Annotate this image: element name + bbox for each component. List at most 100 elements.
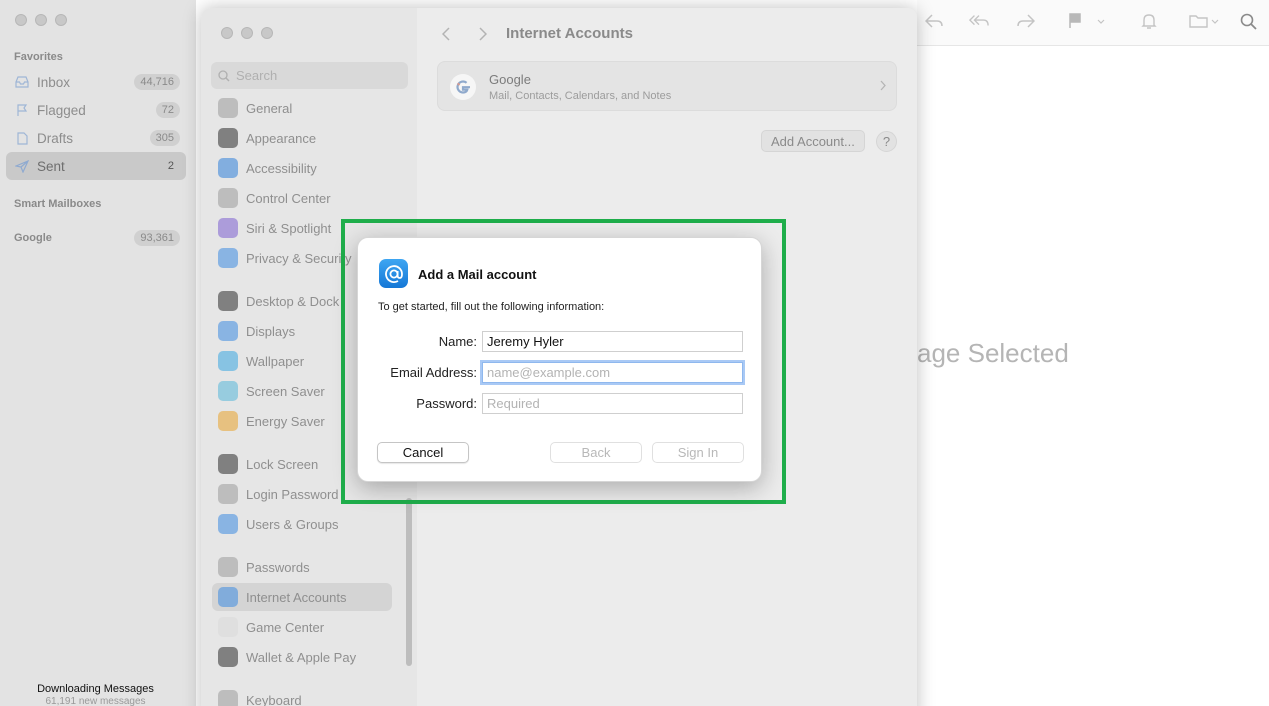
search-icon xyxy=(218,69,230,82)
name-field[interactable] xyxy=(482,331,743,352)
sidebar-item-general[interactable]: General xyxy=(212,94,392,122)
sidebar-item-label: Energy Saver xyxy=(246,413,325,429)
mailbox-label: Drafts xyxy=(37,130,74,146)
sign-in-button[interactable]: Sign In xyxy=(652,442,744,463)
sidebar-item-keyboard[interactable]: Keyboard xyxy=(212,686,392,706)
sidebar-item-label: Users & Groups xyxy=(246,516,339,532)
sidebar-item-label: Control Center xyxy=(246,190,331,206)
smart-mailboxes-section-title[interactable]: Smart Mailboxes xyxy=(14,198,101,210)
sidebar-item-label: Game Center xyxy=(246,619,325,635)
mail-window-controls xyxy=(15,14,67,26)
reply-icon[interactable] xyxy=(924,11,944,31)
settings-window-controls xyxy=(221,27,273,39)
key-icon xyxy=(218,484,238,504)
back-arrow-icon[interactable] xyxy=(439,24,453,44)
google-account-count: 93,361 xyxy=(134,230,180,246)
lightbulb-icon xyxy=(218,411,238,431)
pane-title: Internet Accounts xyxy=(506,25,633,42)
flag-icon xyxy=(15,103,29,117)
google-logo-icon xyxy=(450,74,476,100)
sidebar-item-accessibility[interactable]: Accessibility xyxy=(212,154,392,182)
mailbox-label: Inbox xyxy=(37,74,71,90)
mailbox-inbox[interactable]: Inbox 44,716 xyxy=(6,68,186,96)
sidebar-item-passwords[interactable]: Passwords xyxy=(212,553,392,581)
sidebar-item-label: Login Password xyxy=(246,486,339,502)
dialog-subtitle: To get started, fill out the following i… xyxy=(378,301,605,313)
name-label: Name: xyxy=(438,334,477,349)
sidebar-item-control-center[interactable]: Control Center xyxy=(212,184,392,212)
sidebar-item-label: Lock Screen xyxy=(246,456,319,472)
sidebar-item-label: Siri & Spotlight xyxy=(246,220,332,236)
sidebar-item-label: Desktop & Dock xyxy=(246,293,340,309)
zoom-window-button[interactable] xyxy=(55,14,67,26)
add-account-button[interactable]: Add Account... xyxy=(761,130,865,152)
mail-toolbar xyxy=(917,0,1269,46)
keyboard-icon xyxy=(218,690,238,706)
google-account-row[interactable]: Google 93,361 xyxy=(14,230,180,246)
email-field[interactable] xyxy=(482,362,743,383)
minimize-window-button[interactable] xyxy=(35,14,47,26)
sidebar-item-label: Internet Accounts xyxy=(246,589,347,605)
cancel-button[interactable]: Cancel xyxy=(377,442,469,463)
sidebar-item-appearance[interactable]: Appearance xyxy=(212,124,392,152)
mailbox-count: 44,716 xyxy=(134,74,180,90)
mailbox-count: 305 xyxy=(149,130,180,146)
password-label: Password: xyxy=(416,396,477,411)
help-button[interactable]: ? xyxy=(876,131,897,152)
close-window-button[interactable] xyxy=(15,14,27,26)
sidebar-item-label: Wallpaper xyxy=(246,353,305,369)
sidebar-item-game-center[interactable]: Game Center xyxy=(212,613,392,641)
wallet-icon xyxy=(218,647,238,667)
folder-move-icon[interactable] xyxy=(1187,11,1221,31)
sidebar-item-label: Wallet & Apple Pay xyxy=(246,649,357,665)
forward-arrow-icon[interactable] xyxy=(476,24,490,44)
sidebar-item-internet-accounts[interactable]: Internet Accounts xyxy=(212,583,392,611)
forward-icon[interactable] xyxy=(1016,11,1036,31)
key-icon xyxy=(218,557,238,577)
appearance-icon xyxy=(218,128,238,148)
sidebar-item-label: Appearance xyxy=(246,130,317,146)
mailbox-flagged[interactable]: Flagged 72 xyxy=(6,96,186,124)
sidebar-item-label: Keyboard xyxy=(246,692,302,706)
favorites-section-title: Favorites xyxy=(14,51,63,63)
sidebar-scrollbar[interactable] xyxy=(406,498,412,666)
bell-icon[interactable] xyxy=(1139,11,1159,31)
email-label: Email Address: xyxy=(390,365,477,380)
siri-icon xyxy=(218,218,238,238)
sidebar-item-label: General xyxy=(246,100,293,116)
settings-search-field[interactable]: Search xyxy=(211,62,408,89)
search-placeholder: Search xyxy=(236,68,278,83)
close-window-button[interactable] xyxy=(221,27,233,39)
zoom-window-button[interactable] xyxy=(261,27,273,39)
users-icon xyxy=(218,514,238,534)
lock-icon xyxy=(218,454,238,474)
back-button[interactable]: Back xyxy=(550,442,642,463)
inbox-icon xyxy=(15,75,29,89)
account-description: Mail, Contacts, Calendars, and Notes xyxy=(489,90,672,102)
sidebar-item-users-groups[interactable]: Users & Groups xyxy=(212,510,392,538)
reply-all-icon[interactable] xyxy=(969,11,989,31)
sidebar-item-label: Screen Saver xyxy=(246,383,325,399)
password-field[interactable] xyxy=(482,393,743,414)
flag-icon[interactable] xyxy=(1065,11,1085,31)
game-center-icon xyxy=(218,617,238,637)
download-status-subtitle: 61,191 new messages xyxy=(45,696,146,706)
sidebar-item-label: Accessibility xyxy=(246,160,317,176)
chevron-right-icon xyxy=(880,79,886,94)
search-icon[interactable] xyxy=(1238,11,1258,31)
chevron-down-icon[interactable] xyxy=(1095,11,1107,31)
mailbox-sent[interactable]: Sent 2 xyxy=(6,152,186,180)
dialog-title: Add a Mail account xyxy=(418,267,537,282)
minimize-window-button[interactable] xyxy=(241,27,253,39)
sidebar-item-wallet-apple-pay[interactable]: Wallet & Apple Pay xyxy=(212,643,392,671)
mail-sidebar: Favorites Inbox 44,716 Flagged 72 Drafts… xyxy=(0,0,196,706)
mailbox-label: Sent xyxy=(37,158,65,174)
mailbox-label: Flagged xyxy=(37,102,86,118)
mailbox-count: 72 xyxy=(155,102,180,118)
mailbox-drafts[interactable]: Drafts 305 xyxy=(6,124,186,152)
flower-icon xyxy=(218,351,238,371)
google-account-card[interactable]: Google Mail, Contacts, Calendars, and No… xyxy=(437,61,897,111)
sidebar-item-label: Privacy & Security xyxy=(246,250,352,266)
hand-icon xyxy=(218,248,238,268)
at-sign-icon xyxy=(218,587,238,607)
